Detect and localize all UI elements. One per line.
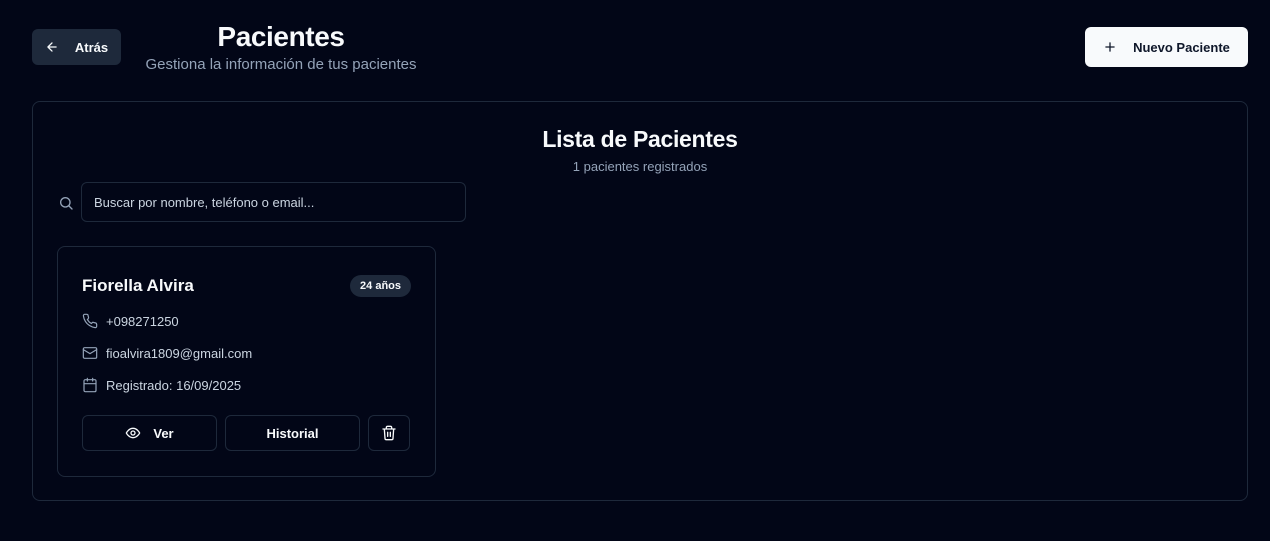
patients-page: Atrás Pacientes Gestiona la información … [0,0,1270,541]
eye-icon [126,427,141,439]
trash-icon [382,425,396,441]
mail-icon [82,347,98,359]
patient-email: fioalvira1809@gmail.com [106,345,253,361]
plus-icon [1105,42,1115,52]
new-patient-label: Nuevo Paciente [1133,39,1230,55]
page-subtitle: Gestiona la información de tus pacientes [145,56,417,73]
view-button-label: Ver [153,425,174,441]
patient-count: 1 pacientes registrados [572,159,708,174]
panel-title: Lista de Pacientes [542,126,738,152]
delete-button[interactable] [368,415,410,451]
back-button-label: Atrás [74,39,109,55]
view-button[interactable]: Ver [82,415,217,451]
calendar-icon [83,377,97,393]
patient-card: Fiorella Alvira 24 años +098271250 fioal… [57,246,436,477]
age-badge: 24 años [350,275,411,297]
phone-icon [82,313,98,329]
history-button-label: Historial [266,425,319,441]
panel-header: Lista de Pacientes 1 pacientes registrad… [33,126,1247,174]
patient-name: Fiorella Alvira [82,276,194,295]
patient-list-panel: Lista de Pacientes 1 pacientes registrad… [32,101,1248,501]
back-button[interactable]: Atrás [32,29,121,65]
patient-phone: +098271250 [106,313,179,329]
email-row: fioalvira1809@gmail.com [82,345,252,361]
history-button[interactable]: Historial [225,415,360,451]
registered-row: Registrado: 16/09/2025 [82,377,241,393]
patient-registered: Registrado: 16/09/2025 [106,377,242,393]
page-header: Pacientes Gestiona la información de tus… [136,20,426,73]
arrow-left-icon [47,42,57,52]
phone-row: +098271250 [82,313,179,329]
search-input[interactable] [81,182,466,222]
page-title: Pacientes [217,21,345,52]
new-patient-button[interactable]: Nuevo Paciente [1085,27,1248,67]
search-icon [59,197,73,210]
